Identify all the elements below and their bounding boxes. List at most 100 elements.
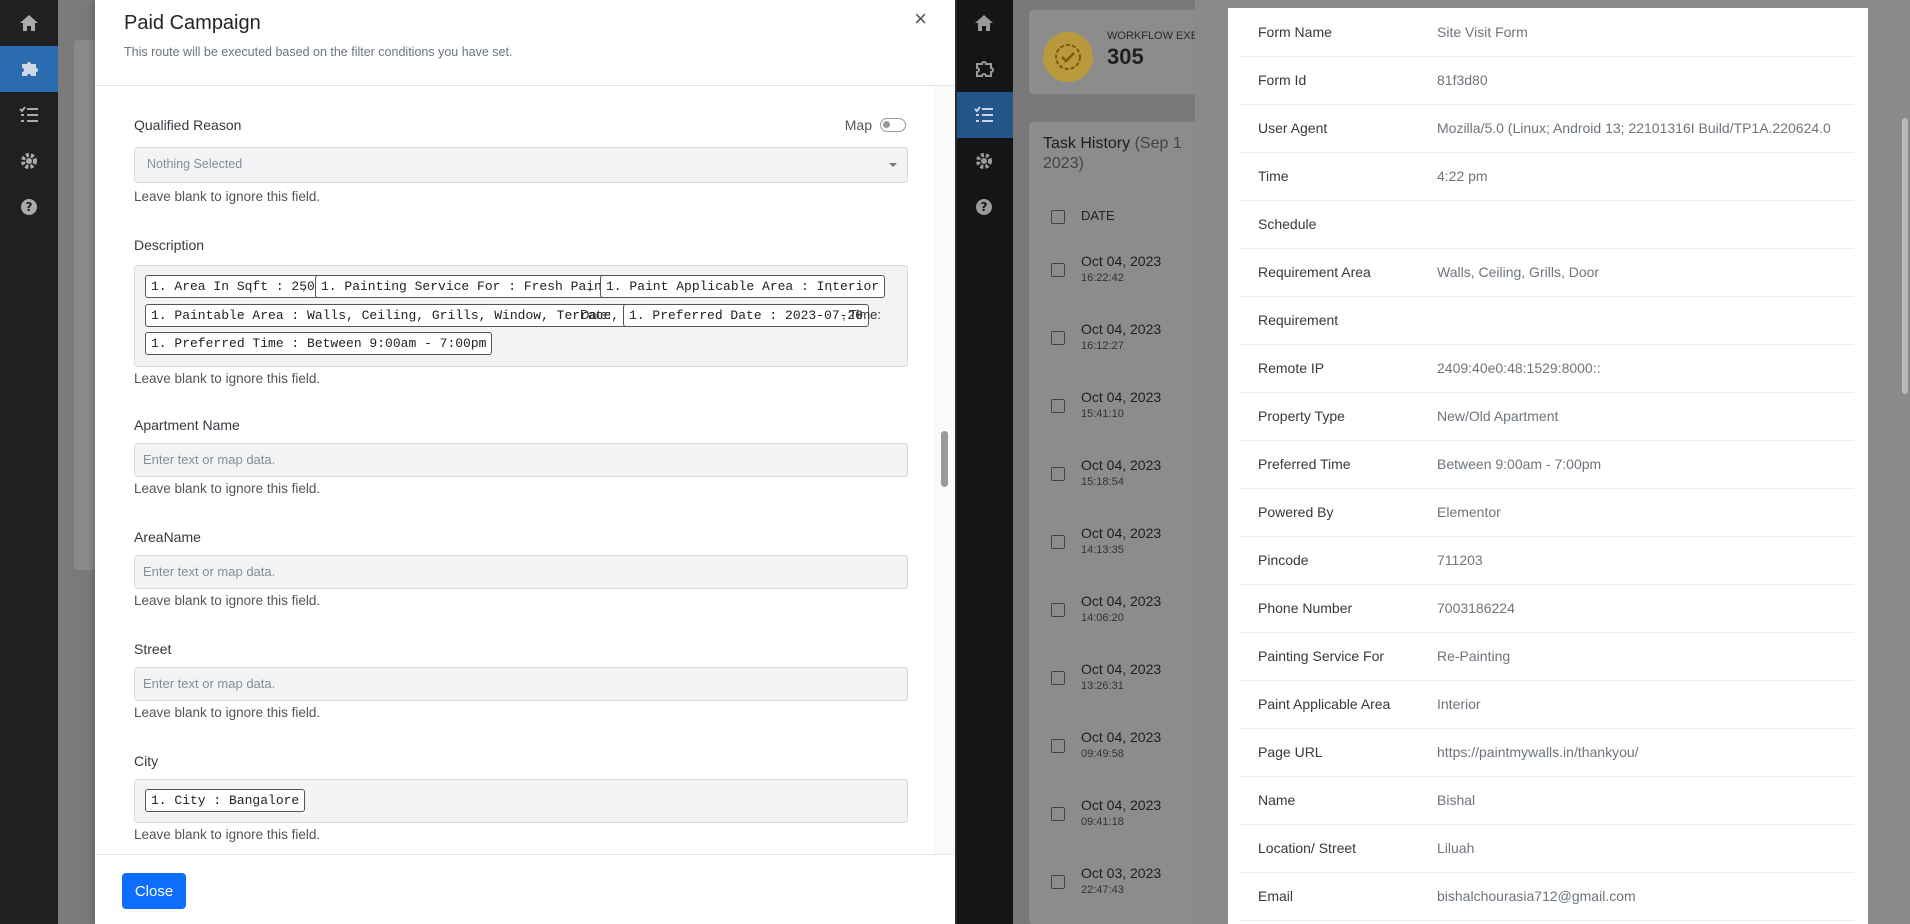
history-row[interactable]: Oct 04, 2023 09:49:58 xyxy=(1081,729,1191,760)
detail-value: 81f3d80 xyxy=(1437,72,1488,88)
modal-header: Paid Campaign This route will be execute… xyxy=(95,0,955,86)
street-input[interactable]: Enter text or map data. xyxy=(134,667,908,701)
row-checkbox[interactable] xyxy=(1051,807,1065,821)
puzzle-icon[interactable] xyxy=(955,46,1013,92)
select-value: Nothing Selected xyxy=(147,157,243,171)
detail-row: Requirement Area Walls, Ceiling, Grills, … xyxy=(1240,248,1854,297)
submission-details[interactable]: Form Name Site Visit Form Form Id 81f3d80 … xyxy=(1228,8,1868,924)
detail-value: Site Visit Form xyxy=(1437,24,1528,40)
history-row[interactable]: Oct 04, 2023 15:18:54 xyxy=(1081,457,1191,488)
history-row[interactable]: Oct 03, 2023 22:47:43 xyxy=(1081,865,1191,896)
tag-separator: , Time: xyxy=(842,307,882,322)
apartment-name-input[interactable]: Enter text or map data. xyxy=(134,443,908,477)
data-tag[interactable]: 1. Paint Applicable Area : Interior xyxy=(600,275,886,298)
home-icon[interactable] xyxy=(0,0,58,46)
detail-row: Painting Service For Re-Painting xyxy=(1240,632,1854,681)
help-icon[interactable]: ? xyxy=(0,184,58,230)
city-tag-input[interactable]: 1. City : Bangalore xyxy=(134,779,908,823)
history-row[interactable]: Oct 04, 2023 14:06:20 xyxy=(1081,593,1191,624)
city-field: City 1. City : Bangalore Leave blank to … xyxy=(134,753,908,853)
map-toggle[interactable] xyxy=(880,118,906,132)
svg-text:?: ? xyxy=(26,200,33,214)
detail-row: Preferred Time Between 9:00am - 7:00pm xyxy=(1240,440,1854,489)
modal-body[interactable]: Qualified Reason Map Nothing Selected Le… xyxy=(95,86,955,854)
detail-row: Phone Number 7003186224 xyxy=(1240,584,1854,633)
gear-icon[interactable] xyxy=(955,138,1013,184)
row-time: 22:47:43 xyxy=(1081,884,1124,896)
puzzle-icon[interactable] xyxy=(0,46,58,92)
row-time: 14:06:20 xyxy=(1081,612,1124,624)
data-tag[interactable]: 1. Preferred Time : Between 9:00am - 7:0… xyxy=(145,332,493,355)
row-checkbox[interactable] xyxy=(1051,263,1065,277)
history-row[interactable]: Oct 04, 2023 15:41:10 xyxy=(1081,389,1191,420)
detail-key: Phone Number xyxy=(1258,600,1353,616)
history-row[interactable]: Oct 04, 2023 09:41:18 xyxy=(1081,797,1191,828)
detail-value: New/Old Apartment xyxy=(1437,408,1559,424)
task-list-icon[interactable] xyxy=(955,92,1013,138)
history-row[interactable]: Oct 04, 2023 14:13:35 xyxy=(1081,525,1191,556)
close-icon[interactable]: × xyxy=(914,8,927,30)
row-time: 16:22:42 xyxy=(1081,272,1124,284)
qualified-reason-select[interactable]: Nothing Selected xyxy=(134,147,908,183)
data-tag[interactable]: 1. Preferred Date : 2023-07-20 xyxy=(623,304,870,327)
detail-key: Preferred Time xyxy=(1258,456,1351,472)
history-row[interactable]: Oct 04, 2023 16:22:42 xyxy=(1081,253,1191,284)
detail-value: Re-Painting xyxy=(1437,648,1511,664)
detail-key: Paint Applicable Area xyxy=(1258,696,1391,712)
detail-key: Requirement Area xyxy=(1258,264,1371,280)
area-name-field: AreaName Enter text or map data. Leave b… xyxy=(134,529,908,619)
map-toggle-group[interactable]: Map xyxy=(845,117,906,133)
row-date: Oct 04, 2023 xyxy=(1081,253,1162,269)
row-checkbox[interactable] xyxy=(1051,467,1065,481)
task-history-title: Task History (Sep 1 2023) xyxy=(1043,134,1182,174)
task-detail-panel: Form Name Site Visit Form Form Id 81f3d80 … xyxy=(1195,0,1910,924)
row-date: Oct 04, 2023 xyxy=(1081,797,1162,813)
row-checkbox[interactable] xyxy=(1051,671,1065,685)
row-checkbox[interactable] xyxy=(1051,331,1065,345)
row-checkbox[interactable] xyxy=(1051,535,1065,549)
field-hint: Leave blank to ignore this field. xyxy=(134,827,321,842)
help-icon[interactable]: ? xyxy=(955,184,1013,230)
select-all-checkbox[interactable] xyxy=(1051,210,1065,224)
row-checkbox[interactable] xyxy=(1051,399,1065,413)
gear-icon[interactable] xyxy=(0,138,58,184)
modal-title: Paid Campaign xyxy=(124,12,261,34)
task-history-card: Task History (Sep 1 2023) DATE Oct 04, 2… xyxy=(1029,122,1209,924)
area-name-input[interactable]: Enter text or map data. xyxy=(134,555,908,589)
detail-key: Email xyxy=(1258,888,1294,904)
description-tag-input[interactable]: 1. Area In Sqft : 2500 , 1. Painting Ser… xyxy=(134,265,908,367)
stat-label: WORKFLOW EXE xyxy=(1107,30,1199,42)
field-hint: Leave blank to ignore this field. xyxy=(134,705,321,720)
left-window: ? Paid Campaign This route will be execu… xyxy=(0,0,955,924)
close-button[interactable]: Close xyxy=(122,873,186,909)
row-checkbox[interactable] xyxy=(1051,739,1065,753)
detail-value: 7003186224 xyxy=(1437,600,1515,616)
row-date: Oct 04, 2023 xyxy=(1081,593,1162,609)
window-divider xyxy=(955,0,957,924)
task-list-icon[interactable] xyxy=(0,92,58,138)
stat-value: 305 xyxy=(1107,44,1144,69)
field-label: AreaName xyxy=(134,529,201,545)
detail-value: Liluah xyxy=(1437,840,1475,856)
history-row[interactable]: Oct 04, 2023 16:12:27 xyxy=(1081,321,1191,352)
detail-row: Time 4:22 pm xyxy=(1240,152,1854,201)
row-checkbox[interactable] xyxy=(1051,603,1065,617)
detail-key: Powered By xyxy=(1258,504,1334,520)
row-date: Oct 04, 2023 xyxy=(1081,457,1162,473)
field-label: Qualified Reason xyxy=(134,117,242,133)
detail-key: Requirement xyxy=(1258,312,1339,328)
modal-subtitle: This route will be executed based on the… xyxy=(124,45,513,59)
data-tag[interactable]: 1. City : Bangalore xyxy=(145,789,306,812)
scrollbar-thumb[interactable] xyxy=(941,431,948,487)
home-icon[interactable] xyxy=(955,0,1013,46)
modal-scrollbar[interactable] xyxy=(934,86,955,854)
row-time: 15:41:10 xyxy=(1081,408,1124,420)
history-range: (Sep 1 xyxy=(1134,135,1182,152)
history-row[interactable]: Oct 04, 2023 13:26:31 xyxy=(1081,661,1191,692)
page-scrollbar-thumb[interactable] xyxy=(1902,118,1908,394)
detail-value: bishalchourasia712@gmail.com xyxy=(1437,888,1636,904)
row-checkbox[interactable] xyxy=(1051,875,1065,889)
right-window: ? WORKFLOW EXE 305 Task History (Sep 1 2… xyxy=(955,0,1910,924)
detail-key: User Agent xyxy=(1258,120,1328,136)
right-sidebar: ? xyxy=(955,0,1013,924)
